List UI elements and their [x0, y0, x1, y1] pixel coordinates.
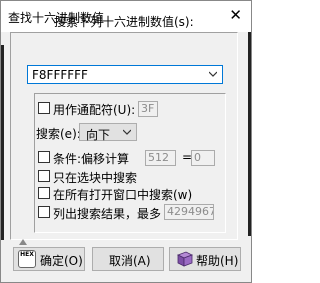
direction-select[interactable]: 向下	[79, 123, 137, 142]
wildcard-checkbox[interactable]	[38, 102, 50, 114]
cancel-button-label: 取消(A)	[109, 254, 151, 268]
caret-up-icon	[19, 239, 27, 245]
list-results-max-field[interactable]: 42949672	[164, 204, 214, 220]
hex-icon: HEX	[18, 250, 36, 268]
hex-value-text: F8FFFFFF	[32, 68, 88, 82]
list-results-checkbox[interactable]	[38, 206, 50, 218]
search-label: 搜索下列十六进制数值(s):	[54, 15, 194, 29]
direction-value: 向下	[86, 128, 111, 142]
all-windows-label: 在所有打开窗口中搜索(w)	[53, 188, 193, 202]
cancel-button[interactable]: 取消(A)	[92, 247, 164, 271]
condition-remainder-field[interactable]: 0	[191, 150, 215, 166]
hex-icon-text: HEX	[20, 251, 34, 258]
close-icon[interactable]: ✕	[229, 6, 242, 24]
left-edge-bar	[1, 45, 4, 240]
direction-label: 搜索(e):	[36, 127, 81, 141]
all-windows-checkbox[interactable]	[38, 187, 50, 199]
ok-button-label: 确定(O)	[40, 254, 83, 268]
help-button[interactable]: 帮助(H)	[169, 247, 241, 271]
help-book-icon	[177, 251, 193, 267]
help-button-label: 帮助(H)	[196, 254, 239, 268]
wildcard-value-field[interactable]: 3F	[138, 101, 158, 117]
chevron-down-icon[interactable]	[209, 70, 217, 78]
find-hex-dialog: 查找十六进制数值 ✕ 搜索下列十六进制数值(s): F8FFFFFF 用作通配符…	[0, 0, 252, 283]
only-selection-label: 只在选块中搜索	[53, 171, 138, 185]
ok-button[interactable]: HEX 确定(O)	[13, 247, 85, 271]
only-selection-checkbox[interactable]	[38, 170, 50, 182]
condition-modulo-field[interactable]: 512	[145, 150, 176, 166]
condition-checkbox[interactable]	[38, 151, 50, 163]
condition-label: 条件:偏移计算	[53, 152, 130, 166]
chevron-down-icon[interactable]	[123, 128, 131, 136]
hex-value-combobox[interactable]: F8FFFFFF	[27, 65, 223, 84]
right-edge-bar	[248, 32, 251, 236]
list-results-label: 列出搜索结果，最多	[53, 207, 162, 221]
wildcard-label: 用作通配符(U):	[53, 103, 136, 117]
